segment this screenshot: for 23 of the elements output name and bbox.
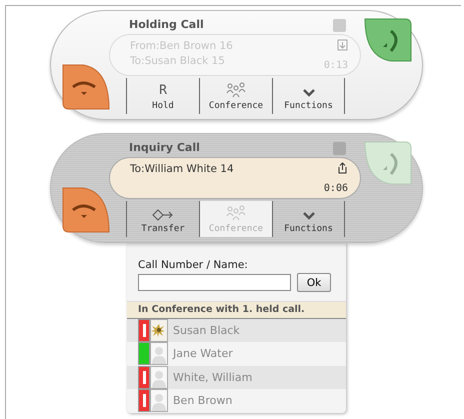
call-timer: 0:06 — [324, 182, 348, 196]
call-number-field[interactable] — [138, 274, 291, 291]
field-label: Call Number / Name: — [138, 259, 248, 271]
download-icon[interactable] — [337, 39, 348, 51]
functions-button[interactable]: Functions — [272, 201, 345, 237]
answer-button[interactable] — [363, 17, 413, 63]
share-icon[interactable] — [337, 162, 348, 174]
conference-button[interactable]: Conference — [199, 78, 272, 114]
hang-up-button[interactable] — [61, 186, 111, 234]
ok-button[interactable]: Ok — [297, 273, 331, 292]
functions-button[interactable]: Functions — [272, 78, 345, 114]
call-party: To:William White 14 — [130, 162, 234, 177]
call-title: Holding Call — [129, 18, 204, 33]
transfer-arrow-icon — [152, 209, 174, 221]
people-icon — [225, 82, 247, 98]
avatar-icon — [150, 342, 168, 366]
chevron-down-icon — [302, 89, 314, 98]
chevron-down-icon — [302, 212, 314, 221]
hang-up-button[interactable] — [61, 63, 111, 111]
call-title: Inquiry Call — [129, 141, 200, 156]
conference-banner: In Conference with 1. held call. — [127, 301, 346, 319]
hold-button[interactable]: R Hold — [126, 78, 199, 114]
people-icon — [225, 205, 247, 221]
